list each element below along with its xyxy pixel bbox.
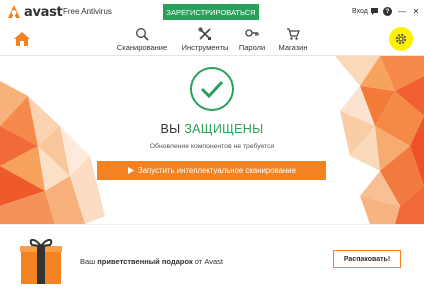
gift-text-prefix: Ваш — [80, 257, 98, 266]
gift-icon — [20, 238, 62, 284]
avast-logo: avast — [6, 3, 63, 21]
protected-status-icon — [190, 67, 234, 111]
nav-label-tools: Инструменты — [181, 43, 229, 52]
cart-icon — [287, 28, 300, 40]
smart-scan-button-label: Запустить интеллектуальное сканирование — [138, 166, 296, 175]
main-nav: Сканирование Инструменты Пароли Магазин — [0, 24, 424, 56]
smart-scan-button[interactable]: Запустить интеллектуальное сканирование — [97, 161, 326, 180]
nav-label-scan: Сканирование — [116, 43, 168, 52]
register-button[interactable]: ЗАРЕГИСТРИРОВАТЬСЯ — [163, 4, 259, 20]
status-title-highlight: ЗАЩИЩЕНЫ — [184, 122, 264, 136]
gift-promo: Ваш приветственный подарок от Avast Расп… — [0, 224, 424, 297]
minimize-button[interactable]: — — [397, 6, 407, 16]
chat-icon[interactable] — [369, 6, 379, 16]
tools-icon — [198, 27, 211, 40]
key-icon — [245, 29, 259, 37]
checkmark-icon — [200, 80, 224, 99]
gear-icon — [395, 33, 407, 45]
brand-name: avast — [24, 4, 63, 20]
unpack-button[interactable]: Распаковать! — [333, 250, 401, 268]
nav-label-passwords: Пароли — [238, 43, 266, 52]
nav-label-shop: Магазин — [278, 43, 308, 52]
play-icon — [128, 167, 135, 174]
nav-item-scan[interactable]: Сканирование — [113, 27, 171, 52]
status-title: ВЫ ЗАЩИЩЕНЫ — [0, 122, 424, 136]
status-title-prefix: ВЫ — [160, 122, 185, 136]
help-icon[interactable]: ? — [383, 7, 392, 16]
gift-text-suffix: от Avast — [192, 257, 223, 266]
settings-button[interactable] — [389, 27, 413, 51]
nav-item-tools[interactable]: Инструменты — [178, 27, 232, 52]
product-name: Free Antivirus — [63, 7, 112, 16]
home-icon[interactable] — [14, 32, 30, 46]
avast-logo-icon — [8, 5, 20, 18]
nav-item-passwords[interactable]: Пароли — [235, 27, 269, 52]
status-subtitle: Обновление компонентов не требуется — [149, 143, 275, 150]
gift-text: Ваш приветственный подарок от Avast — [80, 257, 223, 266]
close-button[interactable]: ✕ — [411, 6, 421, 16]
title-bar: avast Free Antivirus ЗАРЕГИСТРИРОВАТЬСЯ … — [0, 0, 424, 24]
login-link[interactable]: Вход — [352, 8, 368, 15]
status-panel: ВЫ ЗАЩИЩЕНЫ Обновление компонентов не тр… — [0, 56, 424, 224]
nav-item-shop[interactable]: Магазин — [273, 27, 313, 52]
gift-text-bold: приветственный подарок — [97, 257, 193, 266]
search-icon — [136, 28, 149, 41]
